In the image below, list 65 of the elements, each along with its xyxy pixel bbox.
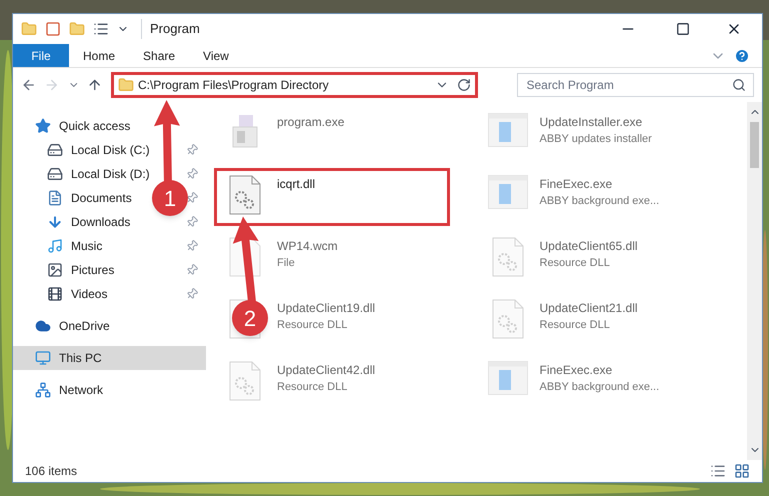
- address-bar[interactable]: C:\Program Files\Program Directory: [110, 72, 478, 98]
- cloud-icon: [35, 318, 51, 334]
- monitor-icon: [35, 350, 51, 366]
- file-name[interactable]: WP14.wcm: [277, 237, 338, 255]
- file-description: Resource DLL: [540, 256, 611, 271]
- folder-icon: [118, 77, 134, 93]
- up-icon[interactable]: [87, 77, 103, 93]
- network-icon: [35, 382, 51, 398]
- sidebar-item[interactable]: Quick access: [59, 117, 130, 135]
- file-description: ABBY background exe...: [540, 194, 660, 209]
- scroll-thumb[interactable]: [750, 122, 759, 168]
- properties-icon[interactable]: [45, 21, 61, 37]
- drive-icon: [47, 142, 63, 158]
- file-name[interactable]: FineExec.exe: [540, 175, 660, 193]
- search-field[interactable]: Search Program: [517, 73, 754, 97]
- ribbon-tab[interactable]: Home: [69, 44, 130, 67]
- file-name[interactable]: UpdateClient65.dll: [540, 237, 638, 255]
- back-icon[interactable]: [21, 77, 36, 93]
- window-title: Program: [141, 19, 200, 39]
- file-description: ABBY background exe...: [540, 380, 660, 395]
- file-description: File: [277, 256, 296, 271]
- file-name[interactable]: UpdateClient42.dll: [277, 361, 376, 379]
- address-path: C:\Program Files\Program Directory: [138, 77, 330, 94]
- ribbon-tab[interactable]: View: [189, 44, 243, 67]
- customize-icon[interactable]: [93, 21, 109, 37]
- star-icon: [35, 118, 51, 134]
- file-name[interactable]: FineExec.exe: [540, 361, 660, 379]
- item-count: 106 items: [25, 463, 78, 480]
- sidebar-item[interactable]: OneDrive: [59, 317, 110, 335]
- sidebar-item[interactable]: Network: [59, 381, 104, 399]
- sidebar-item[interactable]: Downloads: [71, 213, 130, 231]
- file-name[interactable]: program.exe: [277, 113, 344, 131]
- file-description: Resource DLL: [540, 318, 611, 333]
- scrollbar[interactable]: [747, 102, 762, 460]
- file-name[interactable]: UpdateInstaller.exe: [540, 113, 652, 131]
- sidebar-item[interactable]: This PC: [13, 346, 206, 370]
- search-icon: [732, 78, 746, 92]
- music-icon: [47, 238, 63, 254]
- details-view-icon[interactable]: [710, 463, 726, 479]
- large-icons-view-icon[interactable]: [734, 463, 750, 479]
- app-window-icon: [488, 361, 528, 395]
- drive-icon: [47, 166, 63, 182]
- ribbon-tab[interactable]: Share: [129, 44, 190, 67]
- app-window-icon: [488, 113, 528, 147]
- sidebar-item[interactable]: Videos: [71, 285, 108, 303]
- file-name[interactable]: UpdateClient19.dll: [277, 299, 376, 317]
- file-description: Resource DLL: [277, 380, 348, 395]
- maximize-icon[interactable]: [676, 22, 690, 36]
- help-icon[interactable]: [734, 48, 750, 64]
- sidebar-item[interactable]: Music: [71, 237, 102, 255]
- sidebar-item[interactable]: Local Disk (C:): [71, 141, 150, 159]
- refresh-icon[interactable]: [457, 78, 472, 92]
- file-name[interactable]: icqrt.dll: [277, 175, 316, 193]
- film-icon: [47, 286, 63, 302]
- picture-icon: [47, 262, 63, 278]
- app-window-icon: [488, 175, 528, 209]
- sidebar-item[interactable]: Documents: [71, 189, 132, 207]
- download-icon: [47, 214, 63, 230]
- sidebar-item[interactable]: Pictures: [71, 261, 114, 279]
- sidebar-item[interactable]: Local Disk (D:): [71, 165, 150, 183]
- file-tab[interactable]: File: [13, 44, 69, 67]
- file-description: ABBY updates installer: [540, 132, 652, 147]
- file-description: Resource DLL: [277, 318, 348, 333]
- file-name[interactable]: UpdateClient21.dll: [540, 299, 638, 317]
- document-icon: [47, 190, 63, 206]
